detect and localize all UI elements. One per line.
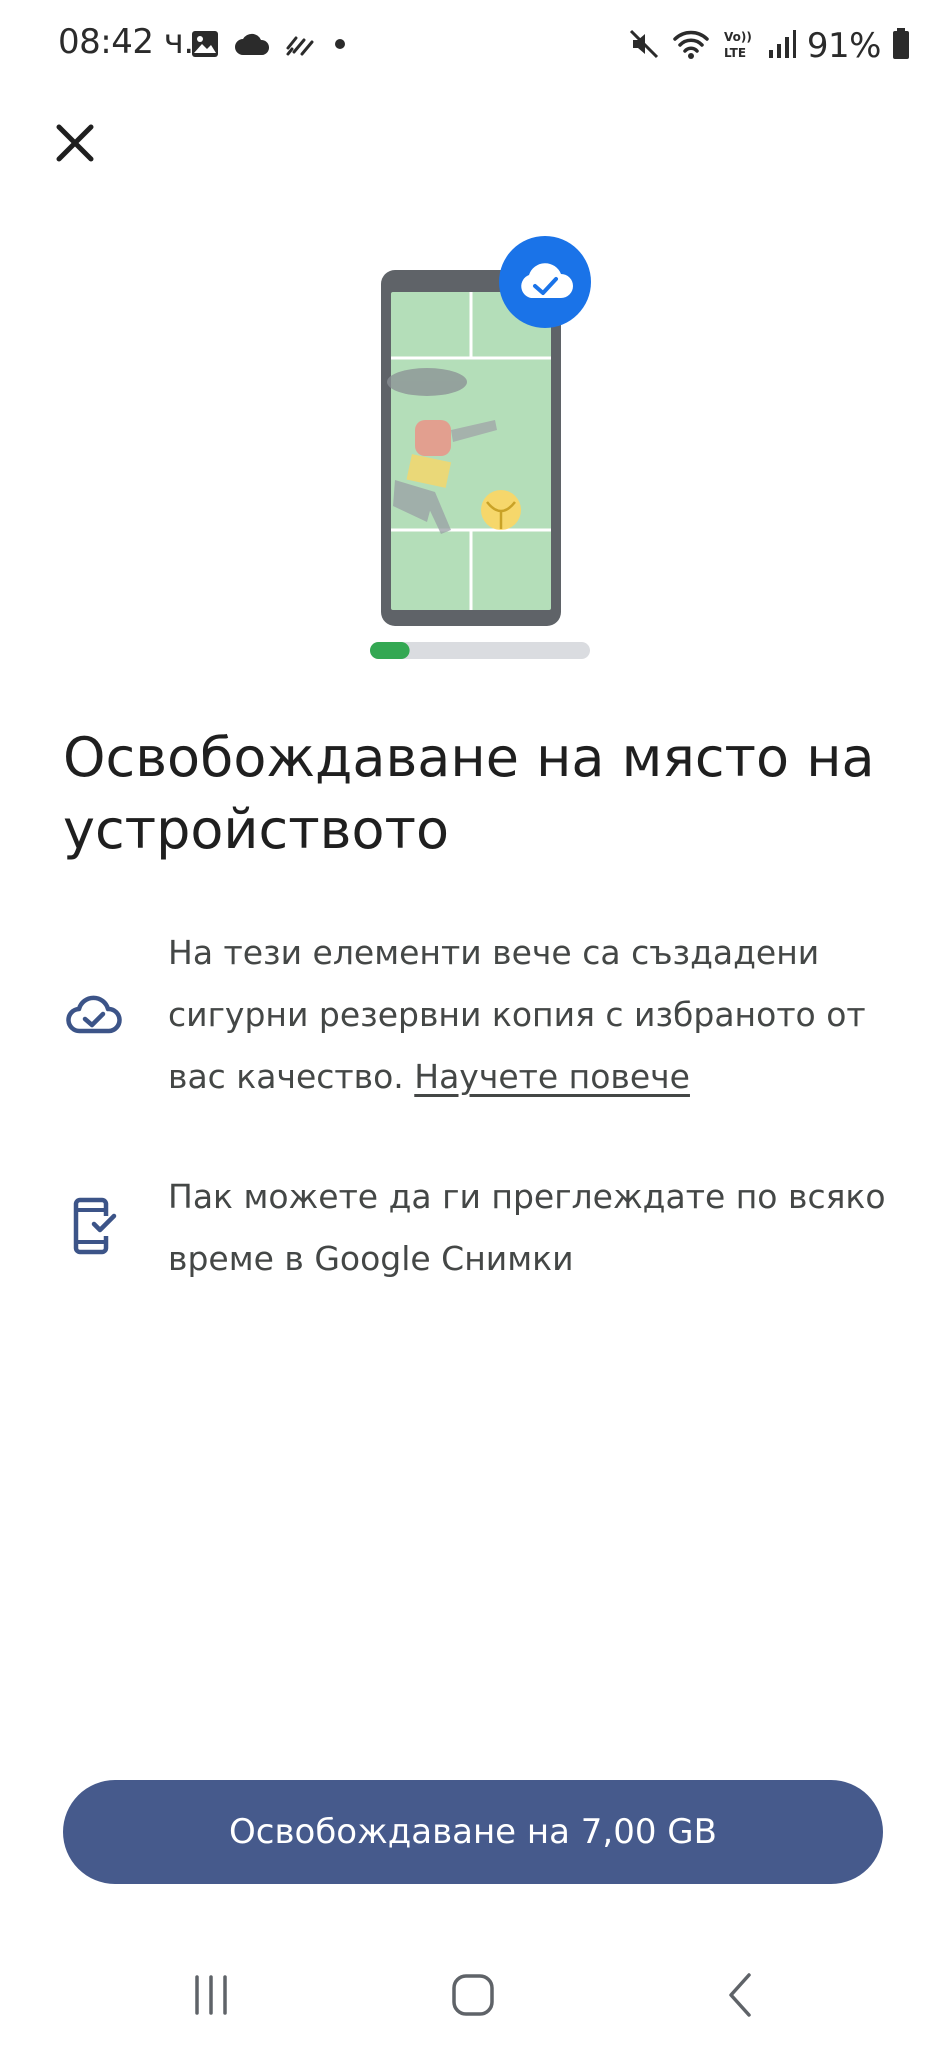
sync-icon [284,30,316,62]
status-bar: 08:42 ч. Vo)) LTE 91% [0,0,945,92]
illustration [355,230,605,670]
info-text-backup: На тези елементи вече са създадени сигур… [168,922,898,1108]
close-button[interactable] [38,108,112,182]
page-title: Освобождаване на място на устройството [63,726,875,861]
image-icon [190,29,220,63]
home-icon [449,1971,497,2023]
recent-apps-button[interactable] [166,1962,256,2032]
status-time: 08:42 ч. [58,22,194,62]
cloud-check-icon [63,984,125,1046]
mute-icon [627,27,661,65]
phone-illustration [370,236,591,659]
svg-text:Vo)): Vo)) [724,30,752,44]
svg-text:LTE: LTE [724,46,746,60]
status-left-icons [190,28,350,64]
info-row-backup: На тези елементи вече са създадени сигур… [63,922,883,1112]
wifi-icon [671,27,711,65]
progress-fill [370,642,410,659]
battery-percent: 91% [806,26,882,66]
free-up-space-button[interactable]: Освобождаване на 7,00 GB [63,1780,883,1884]
dot-icon [330,34,350,58]
back-button[interactable] [696,1962,786,2032]
signal-icon [767,28,797,64]
info-row-view: Пак можете да ги преглеждате по всяко вр… [63,1166,886,1296]
cloud-icon [234,31,270,61]
home-button[interactable] [428,1962,518,2032]
learn-more-link[interactable]: Научете повече [414,1057,690,1096]
close-icon [53,121,97,169]
back-icon [721,1971,761,2023]
battery-icon [891,27,911,65]
info-text-view: Пак можете да ги преглеждате по всяко вр… [168,1177,886,1278]
volte-icon: Vo)) LTE [721,27,757,65]
recent-apps-icon [189,1973,233,2021]
phone-check-icon [63,1196,125,1258]
status-right-icons: Vo)) LTE 91% [627,22,911,70]
progress-bar [370,642,590,659]
navigation-bar [0,1940,945,2048]
